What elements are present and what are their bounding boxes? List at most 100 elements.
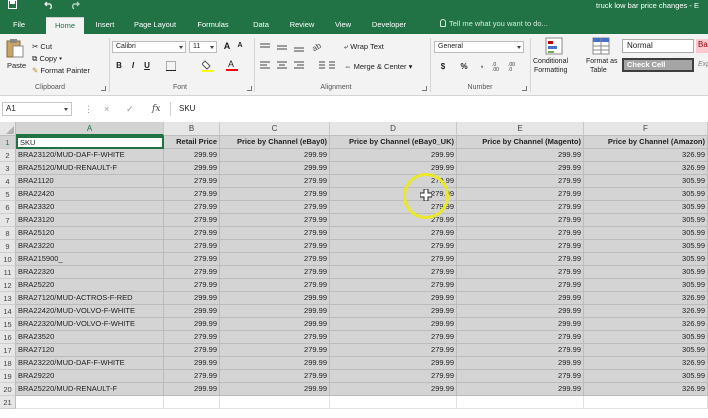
- table-cell[interactable]: 279.99: [330, 188, 457, 201]
- table-cell[interactable]: BRA27120/MUD-ACTROS-F-RED: [16, 292, 164, 305]
- style-check-cell[interactable]: Check Cell: [622, 58, 694, 72]
- italic-button[interactable]: I: [127, 61, 139, 70]
- row-header[interactable]: 12: [0, 279, 16, 292]
- table-cell[interactable]: 279.99: [330, 253, 457, 266]
- tab-formulas[interactable]: Formulas: [192, 17, 234, 34]
- table-cell[interactable]: 299.99: [164, 292, 220, 305]
- table-cell[interactable]: 279.99: [220, 331, 330, 344]
- orientation-icon[interactable]: ab: [311, 41, 326, 54]
- font-launcher-icon[interactable]: [247, 86, 252, 91]
- table-cell[interactable]: 299.99: [330, 357, 457, 370]
- table-cell[interactable]: 279.99: [220, 370, 330, 383]
- table-cell[interactable]: 305.99: [584, 344, 708, 357]
- table-cell[interactable]: [16, 396, 164, 409]
- table-cell[interactable]: 279.99: [330, 214, 457, 227]
- table-cell[interactable]: 299.99: [164, 357, 220, 370]
- conditional-formatting-button[interactable]: Conditional: [533, 58, 568, 65]
- table-cell[interactable]: 279.99: [457, 331, 584, 344]
- decimal-icon[interactable]: .0.00.00.0: [492, 61, 522, 73]
- table-cell[interactable]: 279.99: [164, 344, 220, 357]
- table-cell[interactable]: BRA25120/MUD-RENAULT-F: [16, 162, 164, 175]
- tell-me-search[interactable]: Tell me what you want to do...: [440, 17, 548, 31]
- select-all-corner[interactable]: [0, 122, 16, 136]
- table-cell[interactable]: 279.99: [220, 253, 330, 266]
- table-cell[interactable]: 299.99: [164, 162, 220, 175]
- wrap-text-button[interactable]: ⤶ Wrap Text: [344, 42, 384, 52]
- row-header[interactable]: 2: [0, 149, 16, 162]
- table-cell[interactable]: 279.99: [220, 201, 330, 214]
- style-normal[interactable]: Normal: [622, 39, 694, 53]
- table-cell[interactable]: [584, 396, 708, 409]
- merge-center-button[interactable]: ⇔ Merge & Center ▾: [344, 62, 412, 71]
- table-cell[interactable]: 305.99: [584, 253, 708, 266]
- table-cell[interactable]: BRA25220: [16, 279, 164, 292]
- row-header[interactable]: 5: [0, 188, 16, 201]
- row-header[interactable]: 20: [0, 383, 16, 396]
- table-cell[interactable]: 279.99: [164, 240, 220, 253]
- format-as-table-icon[interactable]: [592, 37, 610, 57]
- table-cell[interactable]: 326.99: [584, 305, 708, 318]
- borders-icon[interactable]: [166, 61, 178, 73]
- table-cell[interactable]: 279.99: [457, 201, 584, 214]
- table-cell[interactable]: 279.99: [457, 370, 584, 383]
- font-size-select[interactable]: 11: [189, 41, 217, 53]
- row-header[interactable]: 14: [0, 305, 16, 318]
- table-cell[interactable]: 279.99: [164, 201, 220, 214]
- table-cell[interactable]: 326.99: [584, 318, 708, 331]
- table-cell[interactable]: 299.99: [220, 292, 330, 305]
- table-cell[interactable]: 279.99: [330, 266, 457, 279]
- percent-button[interactable]: %: [458, 62, 470, 71]
- row-header[interactable]: 4: [0, 175, 16, 188]
- table-cell[interactable]: 305.99: [584, 331, 708, 344]
- row-header[interactable]: 13: [0, 292, 16, 305]
- table-cell[interactable]: 299.99: [330, 318, 457, 331]
- font-name-select[interactable]: Calibri: [112, 41, 186, 53]
- header-cell[interactable]: Price by Channel (Magento): [457, 136, 584, 149]
- undo-icon[interactable]: [44, 0, 54, 12]
- bold-button[interactable]: B: [113, 61, 125, 70]
- table-cell[interactable]: BRA21120: [16, 175, 164, 188]
- paste-button[interactable]: Paste: [7, 61, 26, 70]
- table-cell[interactable]: 305.99: [584, 266, 708, 279]
- table-cell[interactable]: [164, 396, 220, 409]
- table-cell[interactable]: 299.99: [164, 318, 220, 331]
- table-cell[interactable]: 326.99: [584, 292, 708, 305]
- row-header[interactable]: 10: [0, 253, 16, 266]
- tab-review[interactable]: Review: [284, 17, 320, 34]
- table-cell[interactable]: 305.99: [584, 227, 708, 240]
- name-box[interactable]: A1: [2, 102, 72, 116]
- clipboard-launcher-icon[interactable]: [101, 86, 106, 91]
- table-cell[interactable]: [457, 396, 584, 409]
- align-left-icon[interactable]: [260, 61, 312, 73]
- table-cell[interactable]: 279.99: [457, 344, 584, 357]
- table-cell[interactable]: 299.99: [220, 162, 330, 175]
- table-cell[interactable]: 279.99: [330, 175, 457, 188]
- tab-home[interactable]: Home: [46, 17, 84, 34]
- comma-button[interactable]: ,: [476, 60, 488, 69]
- table-cell[interactable]: 279.99: [330, 227, 457, 240]
- column-header-e[interactable]: E: [457, 122, 584, 136]
- table-cell[interactable]: 299.99: [330, 305, 457, 318]
- table-cell[interactable]: 279.99: [457, 253, 584, 266]
- table-cell[interactable]: 299.99: [457, 318, 584, 331]
- table-cell[interactable]: 279.99: [220, 175, 330, 188]
- row-header[interactable]: 1: [0, 136, 16, 149]
- table-cell[interactable]: 279.99: [330, 279, 457, 292]
- table-cell[interactable]: BRA29220: [16, 370, 164, 383]
- table-cell[interactable]: 305.99: [584, 175, 708, 188]
- table-cell[interactable]: 326.99: [584, 383, 708, 396]
- currency-button[interactable]: $: [437, 62, 449, 71]
- column-header-a[interactable]: A: [16, 122, 164, 136]
- table-cell[interactable]: 279.99: [220, 188, 330, 201]
- conditional-formatting-icon[interactable]: [545, 37, 563, 57]
- row-header[interactable]: 15: [0, 318, 16, 331]
- number-launcher-icon[interactable]: [522, 86, 527, 91]
- table-cell[interactable]: 279.99: [330, 201, 457, 214]
- table-cell[interactable]: 305.99: [584, 201, 708, 214]
- table-cell[interactable]: 279.99: [220, 344, 330, 357]
- save-icon[interactable]: [8, 0, 17, 12]
- table-cell[interactable]: 279.99: [220, 240, 330, 253]
- table-cell[interactable]: [220, 396, 330, 409]
- table-cell[interactable]: 279.99: [457, 266, 584, 279]
- row-header[interactable]: 18: [0, 357, 16, 370]
